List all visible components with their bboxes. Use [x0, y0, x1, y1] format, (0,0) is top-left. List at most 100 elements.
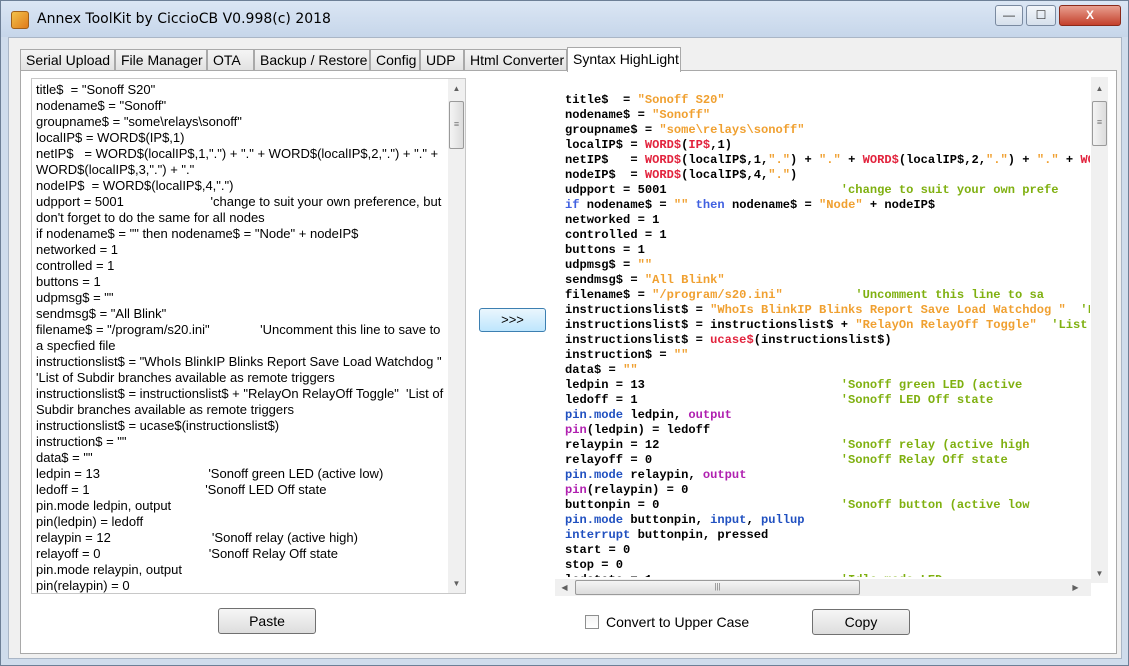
- comment-token: 'Sonoff LED Off state: [840, 393, 994, 407]
- convert-button[interactable]: >>>: [479, 308, 546, 332]
- comment-token: 'Sonoff Relay Off state: [840, 453, 1008, 467]
- function-token: WORD$: [644, 153, 682, 167]
- source-vertical-scrollbar[interactable]: ▲ ≡ ▼: [448, 79, 465, 593]
- code-line[interactable]: relaypin = 12 'Sonoff relay (active high: [565, 438, 1090, 453]
- code-line[interactable]: filename$ = "/program/s20.ini" 'Uncommen…: [565, 288, 1090, 303]
- scroll-down-icon[interactable]: ▼: [448, 575, 465, 592]
- minimize-button[interactable]: —: [995, 5, 1023, 26]
- code-token: nodename$ =: [565, 108, 653, 122]
- code-line[interactable]: pin.mode buttonpin, input, pullup: [565, 513, 1090, 528]
- code-line[interactable]: stop = 0: [565, 558, 1090, 573]
- code-vertical-scrollbar[interactable]: ▲ ≡ ▼: [1091, 77, 1108, 583]
- uppercase-checkbox[interactable]: [585, 615, 599, 629]
- code-line[interactable]: udpmsg$ = "": [565, 258, 1090, 273]
- scroll-right-icon[interactable]: ▶: [1067, 579, 1084, 596]
- code-token: nodeIP$ =: [565, 168, 645, 182]
- source-text[interactable]: title$ = "Sonoff S20" nodename$ = "Sonof…: [36, 82, 446, 593]
- string-token: ".": [1036, 153, 1059, 167]
- tab-html-converter[interactable]: Html Converter: [464, 49, 567, 71]
- comment-token: 'List of: [1051, 318, 1088, 332]
- string-token: ".": [819, 153, 841, 167]
- paste-button[interactable]: Paste: [218, 608, 316, 634]
- tab-config[interactable]: Config: [370, 49, 420, 71]
- keyword-token: then: [695, 198, 725, 212]
- scroll-left-icon[interactable]: ◀: [556, 579, 573, 596]
- code-token: +: [840, 153, 863, 167]
- code-token: ) +: [790, 153, 820, 167]
- string-token: "Node": [819, 198, 863, 212]
- highlighted-code[interactable]: title$ = "Sonoff S20" nodename$ = "Sonoff…: [565, 93, 1090, 577]
- code-token: networked = 1: [565, 213, 660, 227]
- code-line[interactable]: pin.mode relaypin, output: [565, 468, 1090, 483]
- code-line[interactable]: interrupt buttonpin, pressed: [565, 528, 1090, 543]
- code-line[interactable]: ledstate = 1 'Idle mode LED: [565, 573, 1090, 577]
- code-line[interactable]: instruction$ = "": [565, 348, 1090, 363]
- code-line[interactable]: nodename$ = "Sonoff": [565, 108, 1090, 123]
- code-line[interactable]: controlled = 1: [565, 228, 1090, 243]
- code-line[interactable]: netIP$ = WORD$(localIP$,1,".") + "." + W…: [565, 153, 1090, 168]
- title-bar[interactable]: Annex ToolKit by CiccioCB V0.998(c) 2018…: [1, 1, 1128, 37]
- code-line[interactable]: ledoff = 1 'Sonoff LED Off state: [565, 393, 1090, 408]
- tab-udp[interactable]: UDP: [420, 49, 464, 71]
- code-token: +: [1058, 153, 1081, 167]
- tab-syntax-highlight[interactable]: Syntax HighLight: [567, 47, 681, 72]
- code-line[interactable]: instructionslist$ = ucase$(instructionsl…: [565, 333, 1090, 348]
- code-line[interactable]: groupname$ = "some\relays\sonoff": [565, 123, 1090, 138]
- code-line[interactable]: buttons = 1: [565, 243, 1090, 258]
- code-line[interactable]: title$ = "Sonoff S20": [565, 93, 1090, 108]
- horizontal-scroll-thumb[interactable]: |||: [575, 580, 860, 595]
- code-line[interactable]: nodeIP$ = WORD$(localIP$,4,"."): [565, 168, 1090, 183]
- code-line[interactable]: start = 0: [565, 543, 1090, 558]
- comment-token: 'Lis: [1080, 303, 1090, 317]
- scroll-thumb[interactable]: ≡: [1092, 101, 1107, 146]
- code-token: buttonpin, pressed: [630, 528, 769, 542]
- code-token: nodename$ =: [724, 198, 820, 212]
- code-token: relaypin,: [623, 468, 703, 482]
- code-token: stop = 0: [565, 558, 624, 572]
- code-line[interactable]: pin.mode ledpin, output: [565, 408, 1090, 423]
- highlighted-code-view[interactable]: title$ = "Sonoff S20" nodename$ = "Sonoff…: [555, 77, 1115, 601]
- code-line[interactable]: sendmsg$ = "All Blink": [565, 273, 1090, 288]
- code-horizontal-scrollbar[interactable]: ◀ ||| ▶: [555, 579, 1091, 596]
- string-token: "RelayOn RelayOff Toggle": [855, 318, 1037, 332]
- scroll-up-icon[interactable]: ▲: [448, 80, 465, 97]
- maximize-button[interactable]: ☐: [1026, 5, 1056, 26]
- comment-token: 'Sonoff relay (active high: [840, 438, 1030, 452]
- tab-ota[interactable]: OTA: [207, 49, 254, 71]
- code-line[interactable]: pin(ledpin) = ledoff: [565, 423, 1090, 438]
- code-token: (relaypin) = 0: [586, 483, 689, 497]
- code-token: sendmsg$ =: [565, 273, 645, 287]
- tab-backup-restore[interactable]: Backup / Restore: [254, 49, 370, 71]
- code-token: buttonpin = 0: [565, 498, 841, 512]
- code-token: instructionslist$ =: [565, 333, 711, 347]
- code-line[interactable]: relayoff = 0 'Sonoff Relay Off state: [565, 453, 1090, 468]
- uppercase-label[interactable]: Convert to Upper Case: [606, 614, 749, 630]
- code-line[interactable]: buttonpin = 0 'Sonoff button (active low: [565, 498, 1090, 513]
- string-token: "some\relays\sonoff": [659, 123, 805, 137]
- code-token: relayoff = 0: [565, 453, 841, 467]
- code-token: ,: [746, 513, 761, 527]
- string-token: "": [673, 348, 689, 362]
- code-line[interactable]: networked = 1: [565, 213, 1090, 228]
- tab-serial-upload[interactable]: Serial Upload: [20, 49, 115, 71]
- code-line[interactable]: data$ = "": [565, 363, 1090, 378]
- window-title: Annex ToolKit by CiccioCB V0.998(c) 2018: [37, 11, 331, 27]
- tab-file-manager[interactable]: File Manager: [115, 49, 207, 71]
- code-line[interactable]: ledpin = 13 'Sonoff green LED (active: [565, 378, 1090, 393]
- scroll-thumb[interactable]: ≡: [449, 101, 464, 149]
- code-token: ledpin,: [623, 408, 689, 422]
- close-button[interactable]: X: [1059, 5, 1121, 26]
- code-line[interactable]: instructionslist$ = "WhoIs BlinkIP Blink…: [565, 303, 1090, 318]
- string-token: ".": [768, 153, 791, 167]
- scroll-down-icon[interactable]: ▼: [1091, 565, 1108, 582]
- code-line[interactable]: udpport = 5001 'change to suit your own …: [565, 183, 1090, 198]
- copy-button[interactable]: Copy: [812, 609, 910, 635]
- code-line[interactable]: if nodename$ = "" then nodename$ = "Node…: [565, 198, 1090, 213]
- scroll-up-icon[interactable]: ▲: [1091, 80, 1108, 97]
- code-line[interactable]: localIP$ = WORD$(IP$,1): [565, 138, 1090, 153]
- source-textbox[interactable]: title$ = "Sonoff S20" nodename$ = "Sonof…: [31, 78, 466, 594]
- code-line[interactable]: pin(relaypin) = 0: [565, 483, 1090, 498]
- function-token: WORD$: [862, 153, 899, 167]
- code-line[interactable]: instructionslist$ = instructionslist$ + …: [565, 318, 1090, 333]
- command-token: pin.mode: [565, 513, 624, 527]
